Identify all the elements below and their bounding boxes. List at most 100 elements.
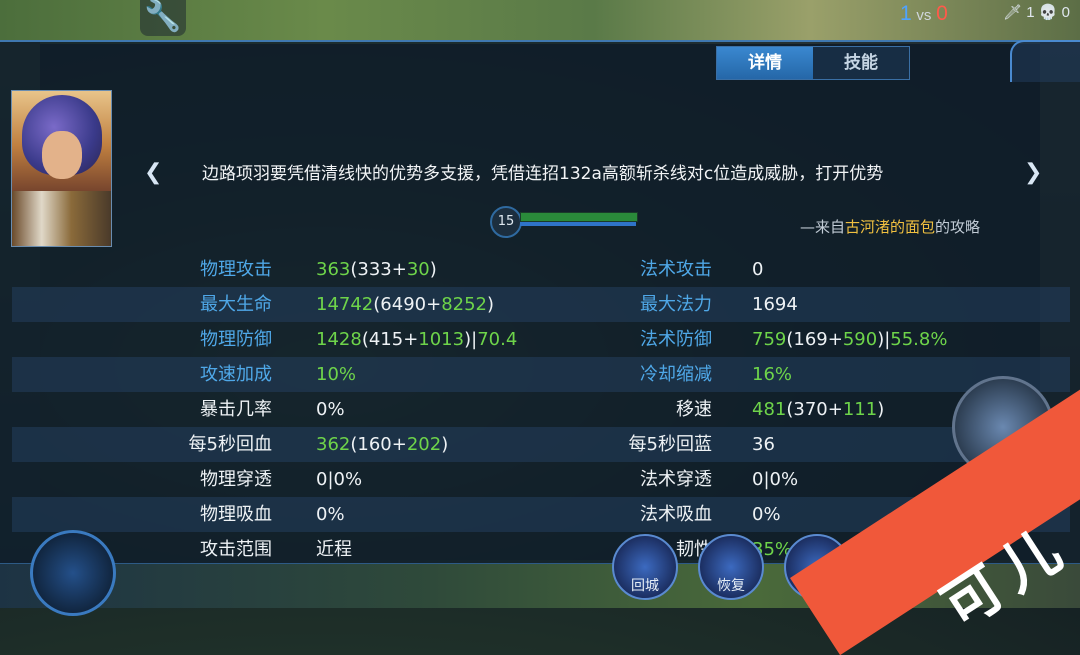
- tab-skills[interactable]: 技能: [813, 47, 909, 79]
- stat-value-segment: 0|0%: [316, 469, 363, 490]
- stat-value-segment: 10%: [316, 364, 357, 385]
- team-score: 1 vs 0: [900, 2, 948, 26]
- stat-value-segment: (169+: [786, 329, 843, 350]
- stat-value-segment: 481: [752, 399, 787, 420]
- stat-row: 物理穿透 0|0% 法术穿透 0|0%: [12, 462, 1070, 497]
- stat-value-segment: ): [487, 294, 495, 315]
- stat-label-left: 物理防御: [200, 329, 272, 350]
- settings-wrench-icon[interactable]: 🔧: [140, 0, 186, 36]
- stat-value-right: 0: [752, 252, 763, 287]
- recall-button[interactable]: 回城: [612, 534, 678, 600]
- source-prefix: —来自: [800, 218, 846, 236]
- stat-value-segment: (6490+: [373, 294, 442, 315]
- stat-value-segment: 590: [842, 329, 878, 350]
- stat-value-segment: 362: [316, 434, 351, 455]
- source-suffix: 的攻略: [935, 218, 981, 236]
- stat-label-left: 攻击范围: [200, 539, 272, 560]
- stat-label-right: 每5秒回蓝: [628, 434, 712, 455]
- stat-value-segment: 0: [752, 259, 764, 280]
- deaths-count: 0: [1061, 4, 1070, 21]
- tip-source: —来自古河渚的面包的攻略: [800, 216, 980, 237]
- stat-value-right: 759(169+590)|55.8%: [752, 322, 947, 357]
- stat-value-segment: 8252: [441, 294, 487, 315]
- tip-author[interactable]: 古河渚的面包: [845, 218, 935, 236]
- stat-value-segment: 14742: [316, 294, 374, 315]
- stat-value-segment: )|: [877, 329, 891, 350]
- stat-value-segment: 0%: [316, 504, 345, 525]
- stat-value-right: 16%: [752, 357, 792, 392]
- stat-value-segment: 759: [752, 329, 787, 350]
- kda-readout: 🗡 1 💀 0: [1003, 3, 1070, 21]
- stat-label-left: 攻速加成: [200, 364, 272, 385]
- stat-label-right: 冷却缩减: [640, 364, 712, 385]
- stat-value-segment: 0%: [316, 399, 345, 420]
- stat-label-left: 暴击几率: [200, 399, 272, 420]
- stat-value-segment: 0%: [752, 504, 781, 525]
- stat-value-left: 0|0%: [316, 462, 362, 497]
- stat-value-segment: (160+: [350, 434, 407, 455]
- stat-label-right: 法术吸血: [640, 504, 712, 525]
- stat-label-left: 物理穿透: [200, 469, 272, 490]
- stat-value-left: 14742(6490+8252): [316, 287, 494, 322]
- stat-label-left: 物理吸血: [200, 504, 272, 525]
- hero-portrait: [11, 90, 112, 247]
- movement-joystick[interactable]: [30, 530, 116, 616]
- stat-value-left: 1428(415+1013)|70.4: [316, 322, 517, 357]
- stat-value-segment: 55.8%: [890, 329, 948, 350]
- stat-row: 暴击几率 0% 移速 481(370+111): [12, 392, 1070, 427]
- stat-value-segment: 30: [406, 259, 430, 280]
- stat-label-right: 移速: [676, 399, 712, 420]
- stat-value-right: 481(370+111): [752, 392, 884, 427]
- stat-value-segment: 1694: [752, 294, 798, 315]
- stat-label-right: 最大法力: [640, 294, 712, 315]
- portrait-face: [42, 131, 82, 179]
- stat-value-segment: 202: [406, 434, 442, 455]
- stat-value-left: 362(160+202): [316, 427, 448, 462]
- prev-tip-arrow-icon[interactable]: ❮: [144, 160, 162, 185]
- stat-value-left: 363(333+30): [316, 252, 437, 287]
- stat-value-segment: 36: [752, 434, 775, 455]
- score-red: 0: [936, 2, 948, 25]
- stat-value-segment: )|: [464, 329, 478, 350]
- strategy-tip: 边路项羽要凭借清线快的优势多支援，凭借连招132a高额斩杀线对c位造成威胁，打开…: [202, 164, 884, 184]
- stat-value-left: 0%: [316, 392, 345, 427]
- stat-value-segment: 1428: [316, 329, 362, 350]
- stat-value-segment: 111: [842, 399, 878, 420]
- stat-value-right: 36: [752, 427, 775, 462]
- next-tip-arrow-icon[interactable]: ❯: [1024, 160, 1042, 185]
- panel-corner-decoration: [1010, 40, 1080, 82]
- stat-label-left: 物理攻击: [200, 259, 272, 280]
- stat-row: 物理防御 1428(415+1013)|70.4 法术防御 759(169+590)|…: [12, 322, 1070, 357]
- stat-label-left: 最大生命: [200, 294, 272, 315]
- stat-row: 每5秒回血 362(160+202) 每5秒回蓝 36: [12, 427, 1070, 462]
- stat-value-left: 10%: [316, 357, 356, 392]
- stat-row: 攻速加成 10% 冷却缩减 16%: [12, 357, 1070, 392]
- stat-value-segment: 70.4: [477, 329, 518, 350]
- stat-value-segment: (333+: [350, 259, 407, 280]
- stat-value-segment: (415+: [361, 329, 419, 350]
- skull-icon: 💀: [1038, 4, 1058, 21]
- stat-label-right: 法术穿透: [640, 469, 712, 490]
- heal-button[interactable]: 恢复: [698, 534, 764, 600]
- stat-row: 最大生命 14742(6490+8252) 最大法力 1694: [12, 287, 1070, 322]
- score-vs: vs: [916, 7, 932, 24]
- stat-value-segment: ): [877, 399, 885, 420]
- hero-mana-bar: [520, 222, 636, 226]
- stat-value-right: 0%: [752, 497, 781, 532]
- kills-count: 1: [1026, 4, 1035, 21]
- score-blue: 1: [900, 2, 912, 25]
- stat-value-left: 0%: [316, 497, 345, 532]
- stat-value-segment: ): [429, 259, 437, 280]
- hero-health-bar: [520, 212, 638, 222]
- sword-icon: 🗡: [1003, 4, 1023, 21]
- stat-value-segment: 近程: [316, 539, 352, 560]
- stat-value-segment: 16%: [752, 364, 793, 385]
- stat-label-right: 法术防御: [640, 329, 712, 350]
- hero-level-badge: 15: [490, 206, 522, 238]
- stat-value-segment: 1013: [418, 329, 465, 350]
- stat-label-left: 每5秒回血: [188, 434, 272, 455]
- stat-value-segment: (370+: [786, 399, 843, 420]
- stat-value-segment: 363: [316, 259, 351, 280]
- stat-label-right: 法术攻击: [640, 259, 712, 280]
- tab-details[interactable]: 详情: [717, 47, 813, 79]
